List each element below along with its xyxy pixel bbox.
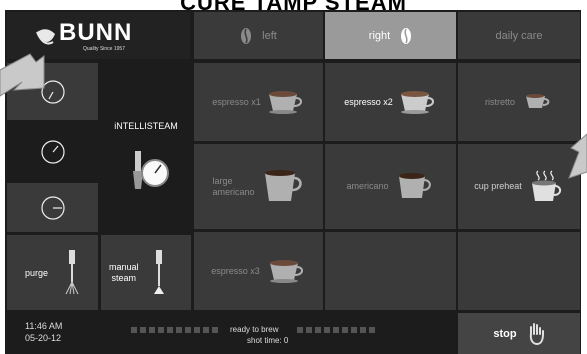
progress-dots-right bbox=[297, 327, 375, 333]
drink-americano[interactable]: americano bbox=[325, 144, 456, 229]
drink-label: ristretto bbox=[484, 96, 515, 107]
drink-espresso-x3[interactable]: espresso x3 bbox=[194, 232, 323, 310]
cup-icon bbox=[264, 169, 302, 201]
stop-button[interactable]: stop bbox=[458, 313, 580, 354]
steam-gauge-2[interactable] bbox=[7, 123, 98, 180]
gauge-icon bbox=[40, 139, 65, 164]
left-callout-arrow-icon bbox=[0, 53, 45, 97]
drink-label: cup preheat bbox=[474, 181, 522, 191]
gauge-icon bbox=[40, 195, 65, 220]
cup-preheat[interactable]: cup preheat bbox=[458, 144, 580, 229]
cup-icon bbox=[398, 172, 431, 198]
drink-label: americano bbox=[346, 181, 389, 191]
drink-label: espresso x1 bbox=[212, 96, 261, 107]
clock-date: 05-20-12 bbox=[25, 333, 62, 343]
touch-screen: BUNN Quality Since 1957 left right daily… bbox=[5, 10, 581, 354]
drink-espresso-x1[interactable]: espresso x1 bbox=[194, 63, 323, 141]
progress-dots-left bbox=[131, 327, 218, 333]
heated-cup-icon bbox=[531, 170, 561, 201]
clock-time: 11:46 AM bbox=[25, 321, 63, 331]
coffee-bean-icon bbox=[241, 27, 252, 44]
cup-icon bbox=[268, 91, 302, 114]
coffee-bean-icon bbox=[401, 27, 412, 44]
purge-button[interactable]: purge bbox=[7, 235, 98, 310]
hand-icon bbox=[529, 322, 544, 345]
drink-label: large americano bbox=[212, 175, 255, 197]
steam-gauge-3[interactable] bbox=[7, 183, 98, 232]
drink-large-americano[interactable]: large americano bbox=[194, 144, 323, 229]
drink-slot-empty bbox=[325, 232, 456, 310]
drink-slot-empty bbox=[458, 232, 580, 310]
tab-right[interactable]: right bbox=[325, 12, 456, 59]
status-message: ready to brew bbox=[230, 325, 279, 334]
tab-daily-care-label: daily care bbox=[495, 29, 543, 42]
cup-icon bbox=[400, 91, 434, 114]
drink-label: espresso x3 bbox=[211, 265, 260, 276]
steam-wand-gauge-icon bbox=[133, 151, 169, 189]
tab-right-label: right bbox=[368, 29, 391, 42]
manual-steam-button[interactable]: manual steam bbox=[101, 235, 191, 310]
intellisteam-panel[interactable]: iNTELLISTEAM bbox=[101, 63, 191, 232]
steam-wand-icon bbox=[65, 249, 79, 294]
intellisteam-label: iNTELLISTEAM bbox=[114, 121, 178, 131]
shot-time: shot time: 0 bbox=[247, 336, 289, 345]
drink-ristretto[interactable]: ristretto bbox=[458, 63, 580, 141]
manual-steam-label: manual steam bbox=[109, 261, 139, 283]
cup-icon bbox=[526, 94, 550, 108]
right-callout-arrow-icon bbox=[568, 133, 587, 179]
tab-left-label: left bbox=[262, 29, 277, 42]
drink-label: espresso x2 bbox=[344, 96, 393, 107]
purge-label: purge bbox=[25, 267, 49, 278]
brand-tagline: Quality Since 1957 bbox=[83, 46, 125, 52]
tab-daily-care[interactable]: daily care bbox=[458, 12, 580, 59]
steam-wand-icon bbox=[153, 249, 164, 294]
drink-espresso-x2[interactable]: espresso x2 bbox=[325, 63, 456, 141]
status-bar: 11:46 AM 05-20-12 ready to brew shot tim… bbox=[7, 313, 455, 354]
cup-icon bbox=[269, 260, 303, 283]
stop-label: stop bbox=[493, 327, 517, 340]
brand-name: BUNN bbox=[59, 19, 133, 46]
tab-left[interactable]: left bbox=[194, 12, 323, 59]
